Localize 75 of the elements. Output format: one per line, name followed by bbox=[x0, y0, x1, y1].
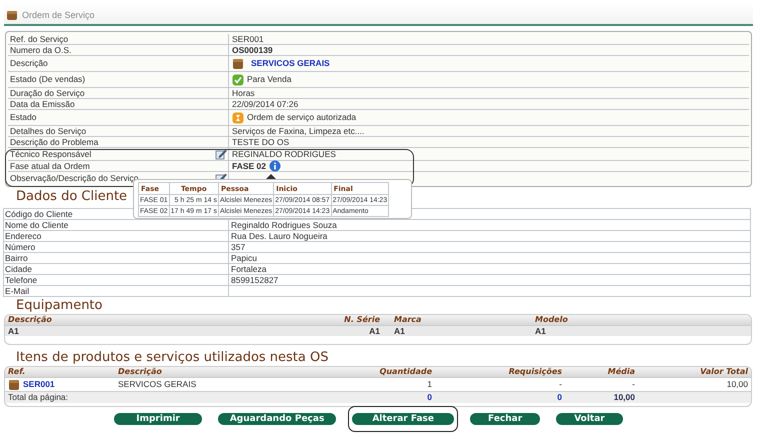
field-label: Data da Emissão bbox=[10, 99, 75, 109]
action-button[interactable]: Voltar bbox=[556, 413, 623, 425]
column-header: Média bbox=[606, 367, 635, 377]
table-cell-text: A1 bbox=[535, 326, 547, 336]
column-header: Ref. bbox=[8, 367, 26, 377]
table-cell-text: - bbox=[558, 378, 562, 391]
column-header: N. Série bbox=[343, 315, 380, 325]
package-icon bbox=[8, 378, 20, 390]
field-value: Reginaldo Rodrigues Souza bbox=[231, 220, 337, 230]
field-value: SER001 bbox=[232, 34, 264, 44]
field-value: 22/09/2014 07:26 bbox=[232, 99, 298, 109]
edit-icon[interactable] bbox=[215, 148, 227, 160]
field-label: E-Mail bbox=[4, 286, 229, 296]
action-button[interactable]: Aguardando Peças bbox=[218, 413, 336, 425]
field-label: Descrição do Problema bbox=[10, 137, 98, 147]
package-icon bbox=[232, 58, 244, 70]
field-label: Telefone bbox=[4, 275, 229, 285]
column-header: Descrição bbox=[8, 315, 53, 325]
column-header: Requisições bbox=[508, 367, 562, 377]
field-label: Cidade bbox=[4, 264, 229, 274]
column-header: Modelo bbox=[535, 315, 569, 325]
hourglass-icon bbox=[232, 112, 244, 124]
table-cell-text: 0 bbox=[426, 392, 432, 403]
table-cell-text: SERVICOS GERAIS bbox=[118, 378, 198, 391]
field-label: Bairro bbox=[4, 253, 229, 263]
field-value: TESTE DO OS bbox=[232, 137, 290, 147]
field-label: Técnico Responsável bbox=[10, 148, 92, 160]
panel-title: Ordem de Serviço bbox=[22, 10, 95, 20]
column-header: Descrição bbox=[118, 367, 163, 377]
field-label: Estado bbox=[10, 111, 36, 124]
table-cell-text: A1 bbox=[368, 326, 380, 336]
table-cell-text: 1 bbox=[426, 378, 432, 391]
action-button[interactable]: Fechar bbox=[470, 413, 540, 425]
field-label: Descrição bbox=[10, 57, 48, 70]
field-label: Nome do Cliente bbox=[4, 220, 229, 230]
field-label: Estado (De vendas) bbox=[10, 73, 86, 86]
checkmark-icon bbox=[232, 74, 244, 86]
field-value: 8599152827 bbox=[231, 275, 278, 285]
totals-label: Total da página: bbox=[8, 392, 70, 403]
section-heading: Dados do Cliente bbox=[16, 189, 128, 205]
field-label: Fase atual da Ordem bbox=[10, 161, 90, 171]
field-label: Detalhes do Serviço bbox=[10, 126, 86, 136]
status-text: Para Venda bbox=[247, 73, 292, 86]
field-value: Fortaleza bbox=[231, 264, 266, 274]
field-value: Papicu bbox=[231, 253, 257, 263]
table-cell-text: 0 bbox=[556, 392, 562, 403]
package-icon bbox=[6, 9, 18, 21]
field-label: Numero da O.S. bbox=[10, 45, 72, 55]
field-value: Horas bbox=[232, 88, 255, 98]
table-cell-text: 10,00 bbox=[612, 392, 635, 403]
field-label: Ref. do Serviço bbox=[10, 34, 68, 44]
field-label: Endereco bbox=[4, 231, 229, 241]
section-heading: Itens de produtos e serviços utilizados nesta OS bbox=[16, 350, 328, 366]
field-value: REGINALDO RODRIGUES bbox=[232, 148, 336, 160]
table-cell-text: A1 bbox=[8, 326, 20, 336]
phase-text: FASE 02 bbox=[232, 161, 266, 171]
field-value: Rua Des. Lauro Nogueira bbox=[231, 231, 328, 241]
ref-link[interactable]: SER001 bbox=[23, 378, 55, 391]
column-header: Valor Total bbox=[699, 367, 748, 377]
section-heading: Equipamento bbox=[16, 298, 102, 314]
action-button[interactable]: Alterar Fase bbox=[352, 413, 454, 425]
product-link[interactable]: SERVICOS GERAIS bbox=[251, 56, 330, 71]
field-value: OS000139 bbox=[232, 45, 273, 55]
column-header: Marca bbox=[393, 315, 422, 325]
info-icon[interactable] bbox=[269, 160, 282, 172]
action-button[interactable]: Imprimir bbox=[114, 413, 202, 425]
table-cell-text: A1 bbox=[393, 326, 406, 336]
field-label: Duração do Serviço bbox=[10, 88, 85, 98]
field-label: Número bbox=[4, 242, 229, 252]
field-value: 357 bbox=[231, 242, 246, 252]
column-header: Quantidade bbox=[378, 367, 432, 377]
table-cell-text: - bbox=[631, 378, 635, 391]
field-value: Serviços de Faxina, Limpeza etc.... bbox=[232, 126, 364, 136]
table-cell-text: 10,00 bbox=[726, 378, 748, 391]
status-text: Ordem de serviço autorizada bbox=[247, 111, 356, 124]
